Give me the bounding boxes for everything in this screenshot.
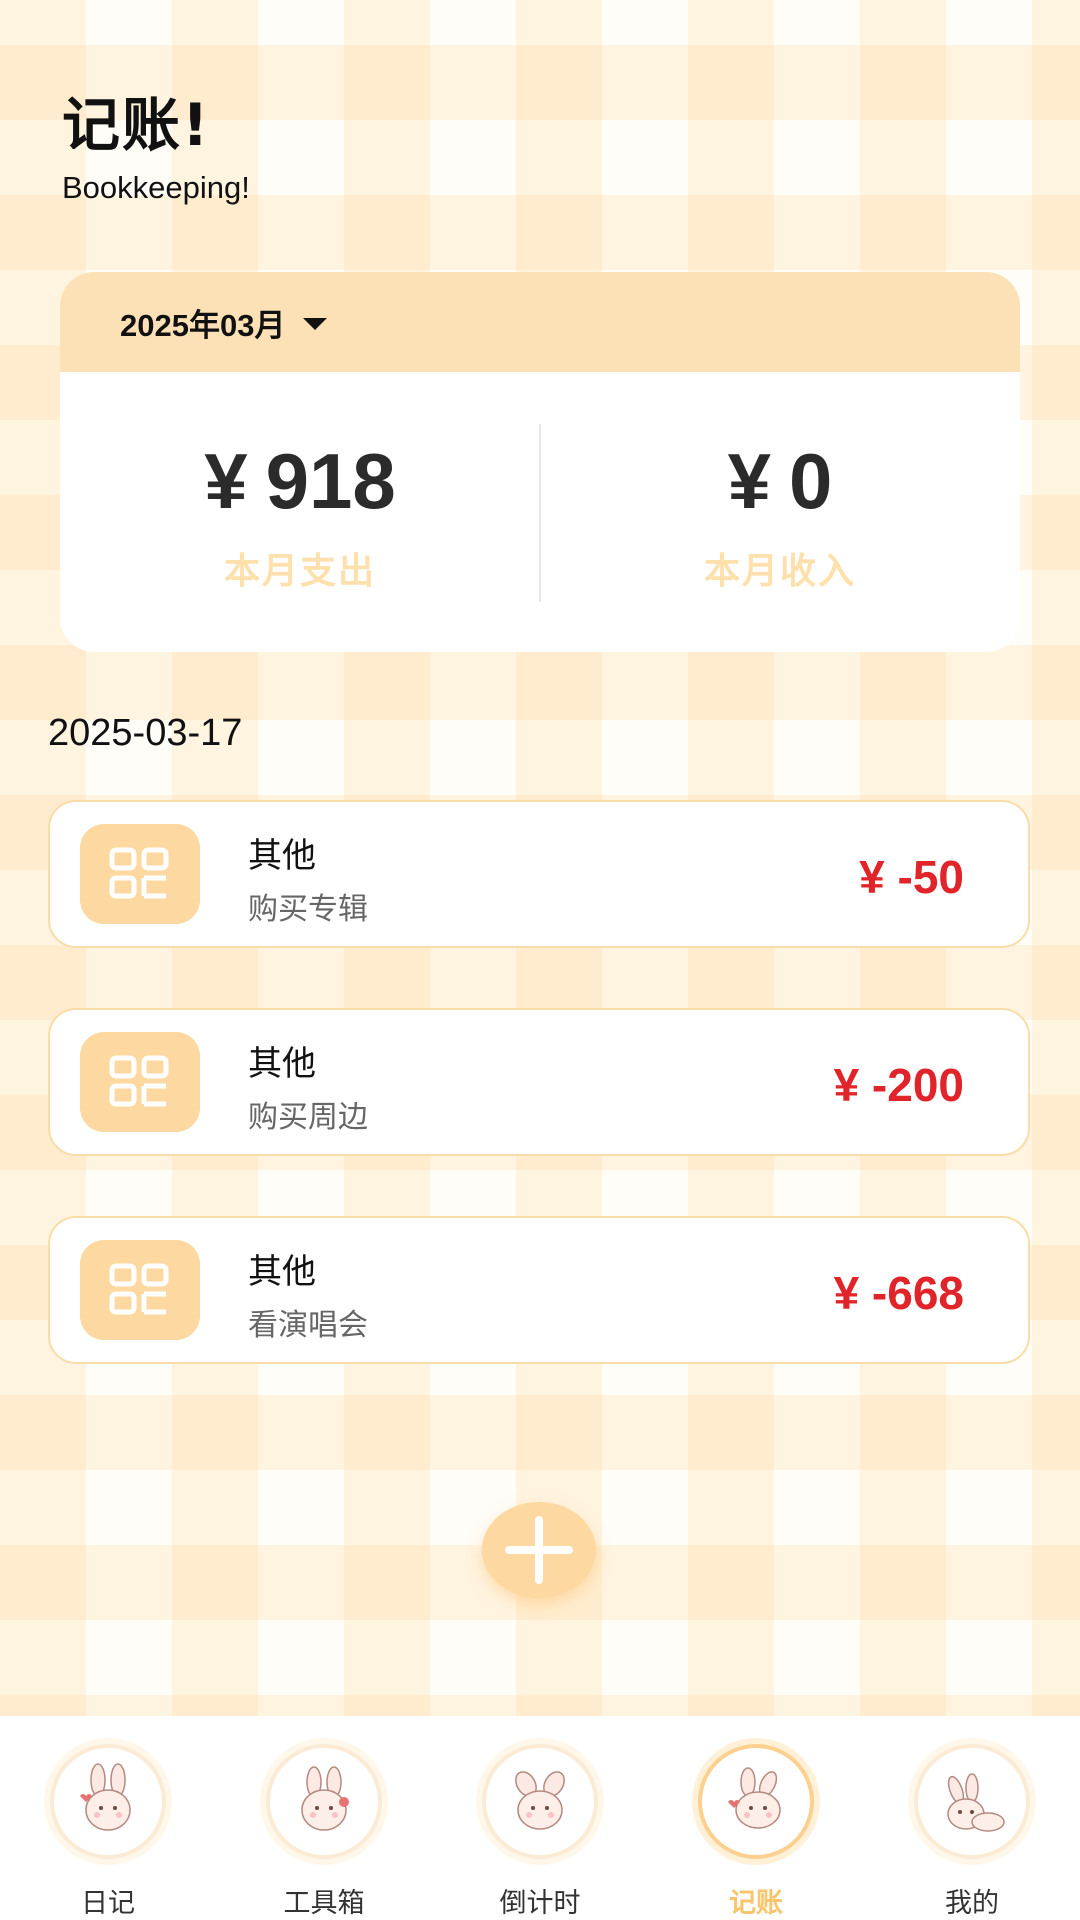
- transaction-item[interactable]: 其他 购买周边 ¥ -200: [48, 1008, 1030, 1156]
- plus-icon: [505, 1516, 573, 1584]
- expense-total: 918: [265, 437, 396, 525]
- transaction-category: 其他: [248, 836, 316, 876]
- tab-countdown[interactable]: 倒计时: [450, 1716, 630, 1920]
- date-group-header: 2025-03-17: [48, 712, 243, 754]
- tab-bookkeeping[interactable]: 记账: [666, 1716, 846, 1920]
- bunny-bookkeeping-icon: [698, 1744, 814, 1859]
- income-currency: ¥: [727, 437, 771, 525]
- transaction-note: 购买专辑: [248, 892, 368, 927]
- expense-currency: ¥: [204, 437, 248, 525]
- transaction-amount: ¥ -200: [833, 1059, 964, 1111]
- bunny-diary-icon: [50, 1744, 166, 1859]
- bottom-tab-bar: 日记 工具箱 倒计时 记账 我的: [0, 1716, 1080, 1920]
- transaction-amount: ¥ -50: [859, 851, 964, 903]
- tab-diary[interactable]: 日记: [18, 1716, 198, 1920]
- transaction-item[interactable]: 其他 购买专辑 ¥ -50: [48, 800, 1030, 948]
- tab-label: 工具箱: [283, 1888, 365, 1919]
- tab-label: 倒计时: [499, 1888, 581, 1919]
- summary-divider: [539, 424, 541, 602]
- expense-label: 本月支出: [223, 551, 376, 592]
- add-transaction-button[interactable]: [482, 1502, 596, 1598]
- tab-label: 日记: [81, 1888, 135, 1919]
- income-label: 本月收入: [703, 551, 856, 592]
- tab-profile[interactable]: 我的: [882, 1716, 1062, 1920]
- tab-label: 记账: [729, 1888, 783, 1919]
- transaction-note: 购买周边: [248, 1100, 368, 1135]
- bunny-profile-icon: [914, 1744, 1030, 1859]
- transaction-item[interactable]: 其他 看演唱会 ¥ -668: [48, 1216, 1030, 1364]
- category-grid-icon: [80, 1240, 200, 1340]
- transaction-note: 看演唱会: [248, 1308, 368, 1343]
- income-summary: ¥ 0 本月收入: [540, 372, 1020, 652]
- page-title: 记账!: [62, 91, 211, 159]
- monthly-summary-card: 2025年03月 ¥ 918 本月支出 ¥ 0 本月收入: [60, 272, 1020, 652]
- transaction-amount: ¥ -668: [833, 1267, 964, 1319]
- bunny-countdown-icon: [482, 1744, 598, 1859]
- transaction-category: 其他: [248, 1044, 316, 1084]
- category-grid-icon: [80, 824, 200, 924]
- page-subtitle: Bookkeeping!: [62, 170, 250, 205]
- bunny-toolbox-icon: [266, 1744, 382, 1859]
- transaction-category: 其他: [248, 1252, 316, 1292]
- tab-toolbox[interactable]: 工具箱: [234, 1716, 414, 1920]
- month-selector[interactable]: 2025年03月: [60, 272, 1020, 372]
- expense-summary: ¥ 918 本月支出: [60, 372, 540, 652]
- income-total: 0: [789, 437, 833, 525]
- month-label: 2025年03月: [120, 307, 286, 343]
- category-grid-icon: [80, 1032, 200, 1132]
- tab-label: 我的: [945, 1888, 999, 1919]
- caret-down-icon: [303, 318, 328, 330]
